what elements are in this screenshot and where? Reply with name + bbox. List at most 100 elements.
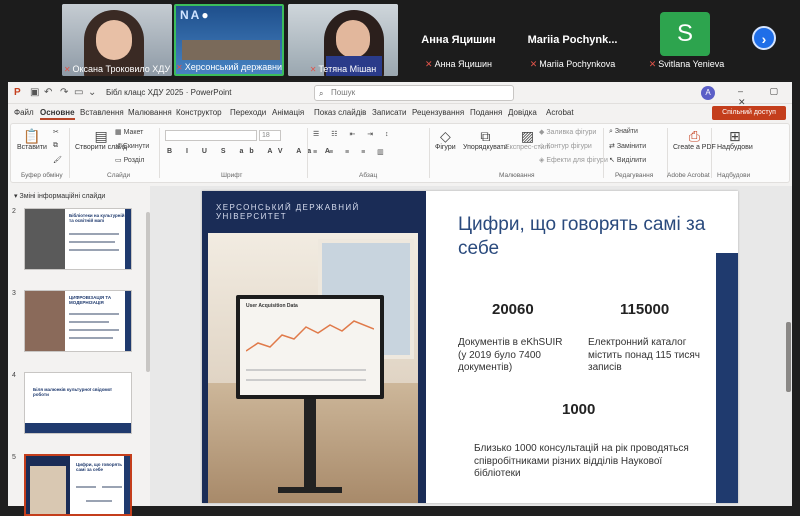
stat-value-documents: 20060 bbox=[492, 301, 534, 318]
participant-display-name: Mariia Pochynk... bbox=[527, 34, 618, 46]
cut-icon[interactable]: ✂ bbox=[53, 128, 59, 136]
tab-animation[interactable]: Анімація bbox=[272, 108, 304, 117]
shape-outline-button[interactable]: ◇ Контур фігури bbox=[539, 142, 592, 150]
group-label-paragraph: Абзац bbox=[359, 172, 378, 179]
tab-help[interactable]: Довідка bbox=[508, 108, 537, 117]
font-format-buttons[interactable]: B I U S ab AV Aa A bbox=[167, 148, 336, 155]
banner-logo: NA● bbox=[180, 8, 211, 22]
slide-thumbnails-pane: ▾ Зміні інформаційні слайди 2 Бібліотеки… bbox=[8, 186, 148, 516]
thumb-accent-band bbox=[25, 423, 131, 433]
shape-effects-button[interactable]: ◈ Ефекти для фігури bbox=[539, 156, 608, 164]
tab-transitions[interactable]: Переходи bbox=[230, 108, 266, 117]
tab-insert[interactable]: Вставлення bbox=[80, 108, 124, 117]
participant-name: Mariia Pochynkova bbox=[539, 59, 616, 69]
tab-design[interactable]: Конструктор bbox=[176, 108, 222, 117]
tab-slideshow[interactable]: Показ слайдів bbox=[314, 108, 366, 117]
section-title-label: Зміні інформаційні слайди bbox=[19, 193, 106, 200]
stat-value-consultations: 1000 bbox=[562, 401, 596, 418]
next-participants-button[interactable]: › bbox=[752, 26, 776, 50]
addins-button[interactable]: ⊞ Надбудови bbox=[717, 128, 753, 151]
participant-tile-5[interactable]: Mariia Pochynk... ✕ Mariia Pochynkova bbox=[516, 4, 629, 76]
monitor-stand bbox=[304, 399, 316, 489]
monitor-base bbox=[278, 487, 342, 493]
share-button[interactable]: Спільний доступ bbox=[712, 106, 786, 120]
divider bbox=[159, 128, 160, 178]
section-title[interactable]: ▾ Зміні інформаційні слайди bbox=[14, 192, 105, 200]
thumb-title: Біля малюнків культурної свідомої роботи bbox=[33, 387, 112, 397]
slide-number: 4 bbox=[12, 372, 16, 379]
current-slide[interactable]: ХЕРСОНСЬКИЙ ДЕРЖАВНИЙ УНІВЕРСИТЕТ User A… bbox=[202, 191, 738, 503]
format-painter-icon[interactable]: 🖌 bbox=[53, 156, 62, 164]
tab-file[interactable]: Файл bbox=[14, 108, 34, 117]
create-pdf-button[interactable]: ⎙ Create a PDF bbox=[673, 128, 716, 151]
arrange-label: Упорядкувати bbox=[463, 144, 508, 151]
tab-home[interactable]: Основне bbox=[40, 108, 75, 120]
tab-acrobat[interactable]: Acrobat bbox=[546, 108, 574, 117]
participant-tile-6[interactable]: S ✕ Svitlana Yenieva bbox=[630, 4, 743, 76]
replace-button[interactable]: ⇄ Замінити bbox=[609, 142, 646, 150]
shapes-label: Фігури bbox=[435, 144, 456, 151]
participant-tile-2[interactable]: NA● ✕ Херсонський державни... bbox=[174, 4, 284, 76]
tab-review[interactable]: Рецензування bbox=[412, 108, 464, 117]
ribbon-tabs: Файл Основне Вставлення Малювання Констр… bbox=[8, 104, 792, 122]
avatar: S bbox=[660, 12, 710, 56]
font-size-field[interactable]: 18 bbox=[259, 130, 281, 141]
group-label-font: Шрифт bbox=[221, 172, 243, 179]
divider bbox=[667, 128, 668, 178]
slide-scrollbar[interactable] bbox=[786, 322, 791, 392]
shapes-icon: ◇ bbox=[439, 128, 451, 144]
divider bbox=[711, 128, 712, 178]
shape-fill-label: Заливка фігури bbox=[546, 129, 597, 136]
stat-value-catalog: 115000 bbox=[620, 301, 670, 318]
clipboard-icon: 📋 bbox=[23, 128, 41, 144]
mic-muted-icon: ✕ bbox=[309, 65, 317, 74]
arrange-button[interactable]: ⧉ Упорядкувати bbox=[463, 128, 508, 151]
align-buttons[interactable]: ≡ ≡ ≡ ≡ ▥ bbox=[313, 148, 389, 156]
monitor-screen: User Acquisition Data bbox=[240, 299, 380, 395]
slide-thumbnail-5[interactable]: Цифри, що говорять самі за себе bbox=[24, 454, 132, 516]
slide-thumbnail-4[interactable]: Біля малюнків культурної свідомої роботи bbox=[24, 372, 132, 434]
paste-button[interactable]: 📋 Вставити bbox=[17, 128, 47, 151]
participant-name: Тетяна Мішан bbox=[318, 64, 377, 74]
participant-name: Оксана Троковило ХДУ bbox=[72, 64, 171, 74]
tab-draw[interactable]: Малювання bbox=[128, 108, 172, 117]
participant-tile-4[interactable]: Анна Яцишин ✕ Анна Яцишин bbox=[402, 4, 515, 76]
powerpoint-logo-icon: P bbox=[14, 87, 21, 98]
slide-number: 3 bbox=[12, 290, 16, 297]
participant-name: Анна Яцишин bbox=[434, 59, 492, 69]
slideshow-icon[interactable]: ▭ bbox=[74, 87, 83, 98]
shape-fill-button[interactable]: ◆ Заливка фігури bbox=[539, 128, 596, 136]
powerpoint-window: P ▣ ↶ ↷ ▭ ⌄ Бібл клацс ХДУ 2025 · PowerP… bbox=[8, 82, 792, 516]
select-button[interactable]: ↖ Виділити bbox=[609, 156, 646, 164]
save-icon[interactable]: ▣ bbox=[30, 87, 39, 98]
participant-tile-3[interactable]: ✕ Тетяна Мішан bbox=[288, 4, 398, 76]
thumb-text-line bbox=[69, 233, 119, 235]
stat-text-catalog: Електронний каталог містить понад 115 ти… bbox=[588, 337, 701, 373]
group-label-acrobat: Adobe Acrobat bbox=[667, 172, 710, 179]
participant-tile-1[interactable]: ✕ Оксана Троковило ХДУ bbox=[62, 4, 172, 76]
copy-icon[interactable]: ⧉ bbox=[53, 142, 58, 150]
layout-button[interactable]: ▦ Макет bbox=[115, 128, 143, 136]
thumb-image bbox=[25, 209, 65, 269]
shapes-button[interactable]: ◇ Фігури bbox=[435, 128, 456, 151]
paragraph-list-buttons[interactable]: ☰ ☷ ⇤ ⇥ ↕ bbox=[313, 130, 394, 138]
customize-toolbar-icon[interactable]: ⌄ bbox=[88, 87, 96, 98]
slide-thumbnail-2[interactable]: Бібліотеки на культурній та освітній мап… bbox=[24, 208, 132, 270]
section-button[interactable]: ▭ Розділ bbox=[115, 156, 145, 164]
find-label: Знайти bbox=[614, 128, 638, 135]
divider bbox=[307, 128, 308, 178]
reset-button[interactable]: ↺ Скинути bbox=[115, 142, 149, 150]
undo-icon[interactable]: ↶ bbox=[44, 87, 52, 98]
find-button[interactable]: ⌕ Знайти bbox=[609, 128, 638, 136]
tab-view[interactable]: Подання bbox=[470, 108, 502, 117]
share-label: Спільний доступ bbox=[722, 109, 776, 116]
user-avatar[interactable]: А bbox=[701, 86, 715, 100]
paste-label: Вставити bbox=[17, 144, 47, 151]
search-input[interactable]: ⌕ Пошук bbox=[314, 85, 514, 101]
tab-record[interactable]: Записати bbox=[372, 108, 407, 117]
slide-thumbnail-3[interactable]: ЦИФРОВІЗАЦІЯ ТА МОДЕРНІЗАЦІЯ bbox=[24, 290, 132, 352]
reset-label: Скинути bbox=[122, 143, 150, 150]
redo-icon[interactable]: ↷ bbox=[60, 87, 68, 98]
thumb-text-line bbox=[76, 486, 96, 488]
font-name-field[interactable] bbox=[165, 130, 257, 141]
